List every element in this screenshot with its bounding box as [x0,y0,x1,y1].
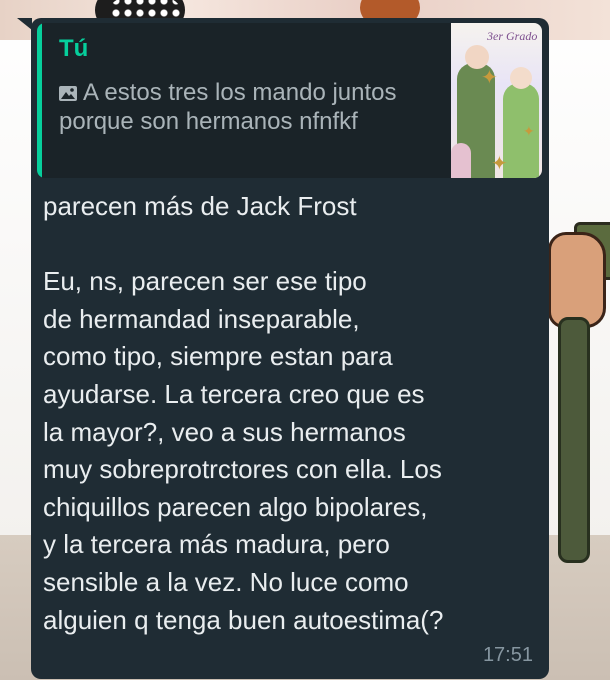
quoted-reply[interactable]: Tú A estos tres los mando juntos porque … [37,23,542,178]
leaf-icon: ✦ [523,123,535,139]
leaf-icon: ✦ [481,67,498,89]
wallpaper-staff [558,317,590,563]
message-text: parecen más de Jack Frost Eu, ns, parece… [43,191,444,635]
thumbnail-label: 3er Grado [487,29,538,43]
quote-text-block: A estos tres los mando juntos porque son… [59,78,424,136]
quote-thumbnail[interactable]: ✦ ✦ ✦ 3er Grado [451,23,542,178]
quote-text: A estos tres los mando juntos porque son… [59,79,397,135]
thumbnail-figure [451,143,471,178]
leaf-icon: ✦ [491,153,508,175]
quote-accent-bar [37,23,42,178]
message-time: 17:51 [482,644,533,666]
bubble-tail [17,18,32,30]
message-bubble[interactable]: Tú A estos tres los mando juntos porque … [31,18,549,679]
wallpaper-figure-arm [548,222,610,563]
wallpaper-hand [548,232,606,328]
photo-icon [59,86,77,101]
quote-author: Tú [59,35,89,62]
